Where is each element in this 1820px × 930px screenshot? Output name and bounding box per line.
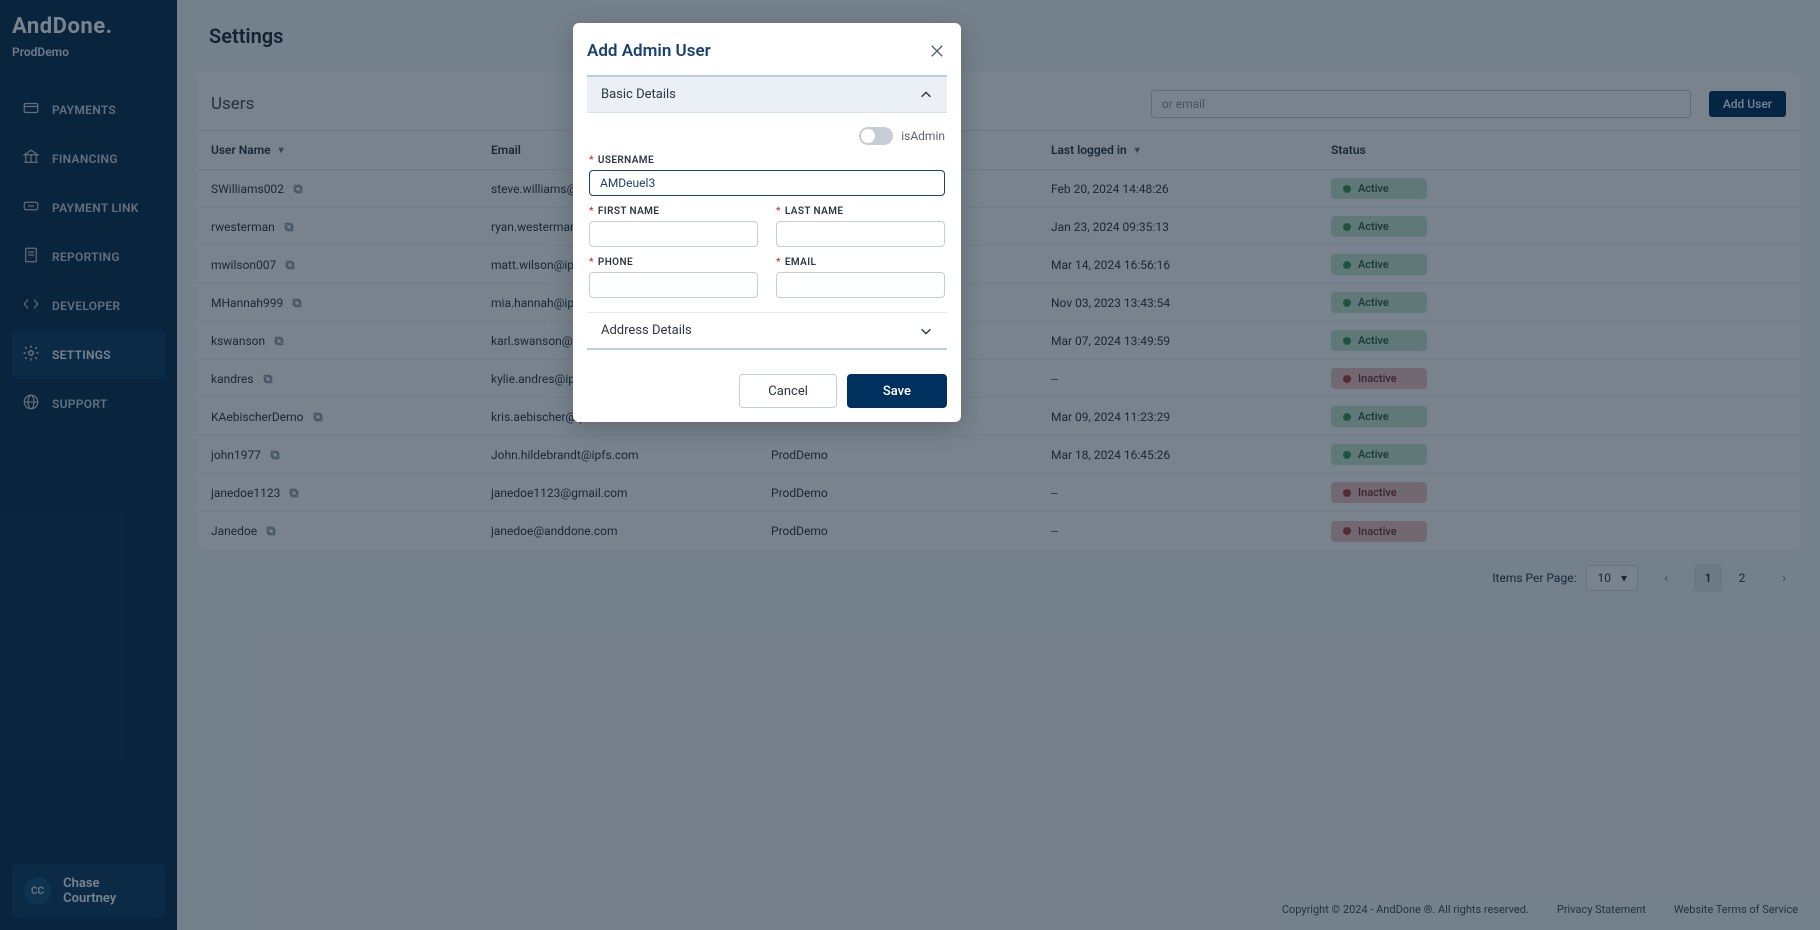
basic-details-accordion[interactable]: Basic Details: [587, 75, 947, 113]
chevron-down-icon: [919, 324, 933, 338]
address-details-accordion[interactable]: Address Details: [587, 312, 947, 350]
first-name-field[interactable]: [589, 221, 758, 247]
last-name-field[interactable]: [776, 221, 945, 247]
isadmin-toggle[interactable]: [859, 127, 893, 145]
email-field[interactable]: [776, 272, 945, 298]
modal-title: Add Admin User: [587, 41, 711, 61]
add-admin-user-modal: Add Admin User Basic Details isAdmin *US…: [573, 23, 961, 422]
isadmin-label: isAdmin: [901, 129, 945, 143]
chevron-up-icon: [919, 88, 933, 102]
save-button[interactable]: Save: [847, 374, 947, 408]
close-icon[interactable]: [927, 41, 947, 61]
phone-field[interactable]: [589, 272, 758, 298]
cancel-button[interactable]: Cancel: [739, 374, 837, 408]
username-field[interactable]: [589, 170, 945, 196]
